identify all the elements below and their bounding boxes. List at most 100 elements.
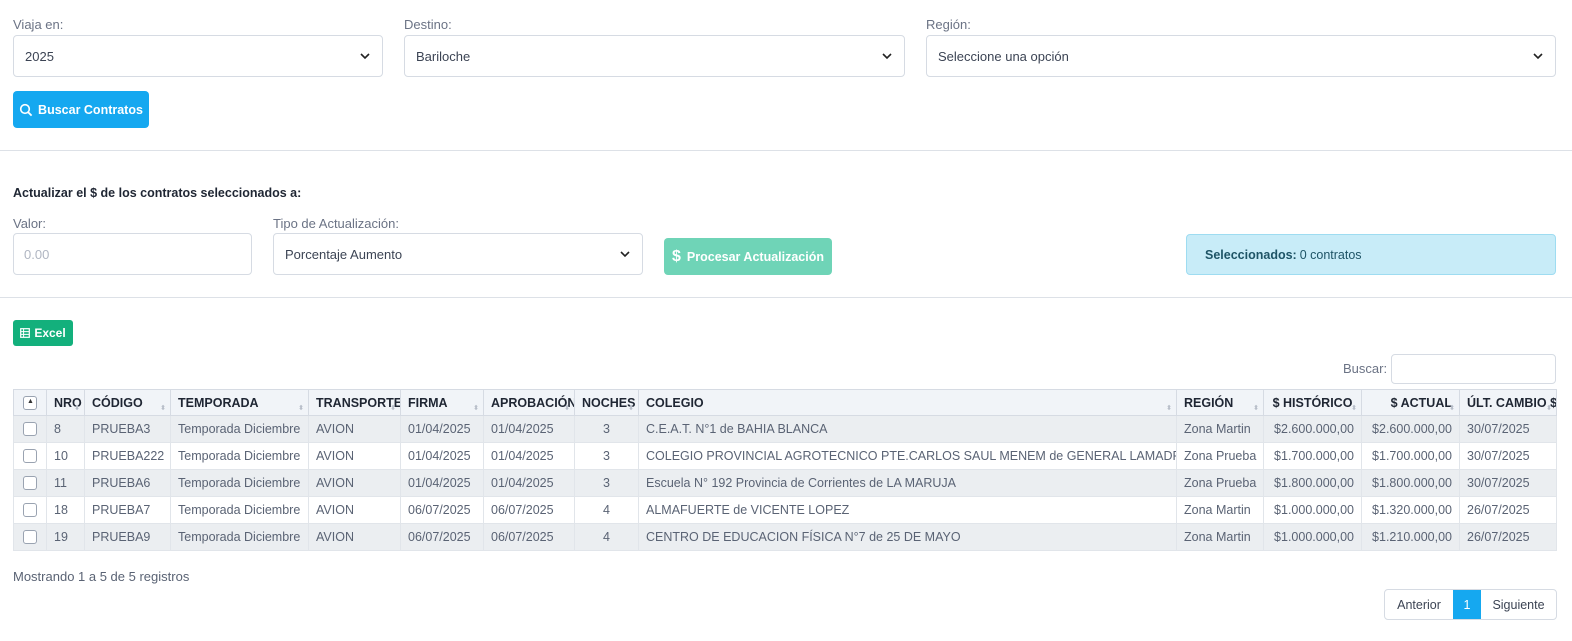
- cell-nro: 18: [46, 496, 85, 524]
- cell-historico: $2.600.000,00: [1263, 415, 1362, 443]
- table-search-label: Buscar:: [1343, 361, 1388, 376]
- cell-codigo: PRUEBA3: [84, 415, 171, 443]
- valor-input[interactable]: 0.00: [13, 233, 252, 275]
- cell-firma: 06/07/2025: [400, 496, 484, 524]
- search-contracts-label: Buscar Contratos: [38, 102, 143, 117]
- table-row[interactable]: 18 PRUEBA7 Temporada Diciembre AVION 06/…: [13, 496, 1557, 524]
- chevron-down-icon: [1533, 53, 1543, 60]
- column-header[interactable]: NOCHES ⬍: [574, 389, 639, 416]
- column-header[interactable]: TEMPORADA ⬍: [170, 389, 309, 416]
- cell-transporte: AVION: [308, 442, 401, 470]
- cell-nro: 8: [46, 415, 85, 443]
- row-checkbox[interactable]: [13, 442, 47, 470]
- viaja-value: 2025: [25, 48, 54, 64]
- viaja-label: Viaja en:: [13, 17, 64, 32]
- cell-codigo: PRUEBA222: [84, 442, 171, 470]
- column-header[interactable]: FIRMA ⬍: [400, 389, 484, 416]
- region-select[interactable]: Seleccione una opción: [926, 35, 1556, 77]
- cell-aprobacion: 01/04/2025: [483, 469, 575, 497]
- update-section-title: Actualizar el $ de los contratos selecci…: [13, 186, 302, 200]
- cell-region: Zona Martin: [1176, 523, 1264, 551]
- table-row[interactable]: 10 PRUEBA222 Temporada Diciembre AVION 0…: [13, 442, 1557, 470]
- search-contracts-button[interactable]: Buscar Contratos: [13, 91, 149, 128]
- chevron-down-icon: [882, 53, 892, 60]
- cell-historico: $1.800.000,00: [1263, 469, 1362, 497]
- table-row[interactable]: 11 PRUEBA6 Temporada Diciembre AVION 01/…: [13, 469, 1557, 497]
- process-update-label: Procesar Actualización: [686, 249, 824, 264]
- row-checkbox[interactable]: [13, 469, 47, 497]
- cell-temporada: Temporada Diciembre: [170, 523, 309, 551]
- cell-firma: 06/07/2025: [400, 523, 484, 551]
- page-1-button[interactable]: 1: [1453, 590, 1481, 619]
- table-info: Mostrando 1 a 5 de 5 registros: [13, 569, 190, 584]
- row-checkbox[interactable]: [13, 415, 47, 443]
- cell-aprobacion: 06/07/2025: [483, 496, 575, 524]
- cell-ult-cambio: 30/07/2025: [1459, 415, 1557, 443]
- column-header[interactable]: $ HISTÓRICO ⬍: [1263, 389, 1362, 416]
- tipo-label: Tipo de Actualización:: [273, 216, 399, 231]
- column-header[interactable]: $ ACTUAL ⬍: [1361, 389, 1460, 416]
- contracts-table: ▲ NRO ⬍ CÓDIGO ⬍ TEMPORADA ⬍ TRANSPORTE ⬍ FI…: [13, 389, 1557, 551]
- cell-ult-cambio: 30/07/2025: [1459, 469, 1557, 497]
- chevron-down-icon: [620, 251, 630, 258]
- cell-codigo: PRUEBA7: [84, 496, 171, 524]
- row-checkbox[interactable]: [13, 523, 47, 551]
- viaja-select[interactable]: 2025: [13, 35, 383, 77]
- divider: [0, 297, 1572, 298]
- column-header[interactable]: REGIÓN ⬍: [1176, 389, 1264, 416]
- table-search-input[interactable]: [1391, 354, 1556, 384]
- tipo-value: Porcentaje Aumento: [285, 246, 403, 262]
- tipo-select[interactable]: Porcentaje Aumento: [273, 233, 643, 275]
- search-icon: [19, 103, 33, 116]
- cell-aprobacion: 06/07/2025: [483, 523, 575, 551]
- cell-transporte: AVION: [308, 523, 401, 551]
- destino-value: Bariloche: [416, 48, 471, 64]
- cell-firma: 01/04/2025: [400, 442, 484, 470]
- row-checkbox[interactable]: [13, 496, 47, 524]
- cell-colegio: C.E.A.T. N°1 de BAHIA BLANCA: [638, 415, 1177, 443]
- process-update-button[interactable]: $ Procesar Actualización: [664, 238, 832, 275]
- cell-ult-cambio: 26/07/2025: [1459, 496, 1557, 524]
- spreadsheet-icon: [20, 328, 31, 338]
- cell-actual: $1.700.000,00: [1361, 442, 1460, 470]
- cell-historico: $1.000.000,00: [1263, 523, 1362, 551]
- cell-historico: $1.700.000,00: [1263, 442, 1362, 470]
- column-header[interactable]: CÓDIGO ⬍: [84, 389, 171, 416]
- select-all-checkbox[interactable]: ▲: [13, 389, 47, 416]
- column-header[interactable]: ÚLT. CAMBIO $ ⬍: [1459, 389, 1557, 416]
- table-row[interactable]: 8 PRUEBA3 Temporada Diciembre AVION 01/0…: [13, 415, 1557, 443]
- column-header[interactable]: NRO ⬍: [46, 389, 85, 416]
- divider: [0, 150, 1572, 151]
- cell-codigo: PRUEBA6: [84, 469, 171, 497]
- cell-aprobacion: 01/04/2025: [483, 442, 575, 470]
- cell-aprobacion: 01/04/2025: [483, 415, 575, 443]
- cell-nro: 11: [46, 469, 85, 497]
- chevron-down-icon: [360, 53, 370, 60]
- cell-colegio: CENTRO DE EDUCACION FÍSICA N°7 de 25 DE …: [638, 523, 1177, 551]
- table-row[interactable]: 19 PRUEBA9 Temporada Diciembre AVION 06/…: [13, 523, 1557, 551]
- cell-transporte: AVION: [308, 415, 401, 443]
- cell-firma: 01/04/2025: [400, 469, 484, 497]
- excel-button[interactable]: Excel: [13, 320, 73, 346]
- cell-colegio: COLEGIO PROVINCIAL AGROTECNICO PTE.CARLO…: [638, 442, 1177, 470]
- cell-region: Zona Martin: [1176, 415, 1264, 443]
- dollar-icon: $: [672, 247, 681, 265]
- column-header[interactable]: COLEGIO ⬍: [638, 389, 1177, 416]
- destino-select[interactable]: Bariloche: [404, 35, 905, 77]
- column-header[interactable]: APROBACIÓN ⬍: [483, 389, 575, 416]
- next-page-button[interactable]: Siguiente: [1481, 590, 1556, 619]
- table-header-row: ▲ NRO ⬍ CÓDIGO ⬍ TEMPORADA ⬍ TRANSPORTE ⬍ FI…: [13, 389, 1557, 416]
- cell-temporada: Temporada Diciembre: [170, 496, 309, 524]
- cell-firma: 01/04/2025: [400, 415, 484, 443]
- selected-value: 0 contratos: [1299, 247, 1362, 262]
- region-value: Seleccione una opción: [938, 48, 1069, 64]
- cell-historico: $1.000.000,00: [1263, 496, 1362, 524]
- cell-region: Zona Prueba: [1176, 442, 1264, 470]
- destino-label: Destino:: [404, 17, 452, 32]
- prev-page-button[interactable]: Anterior: [1385, 590, 1453, 619]
- cell-noches: 4: [574, 496, 639, 524]
- column-header[interactable]: TRANSPORTE ⬍: [308, 389, 401, 416]
- selected-label: Seleccionados:: [1205, 247, 1297, 262]
- region-label: Región:: [926, 17, 971, 32]
- cell-colegio: ALMAFUERTE de VICENTE LOPEZ: [638, 496, 1177, 524]
